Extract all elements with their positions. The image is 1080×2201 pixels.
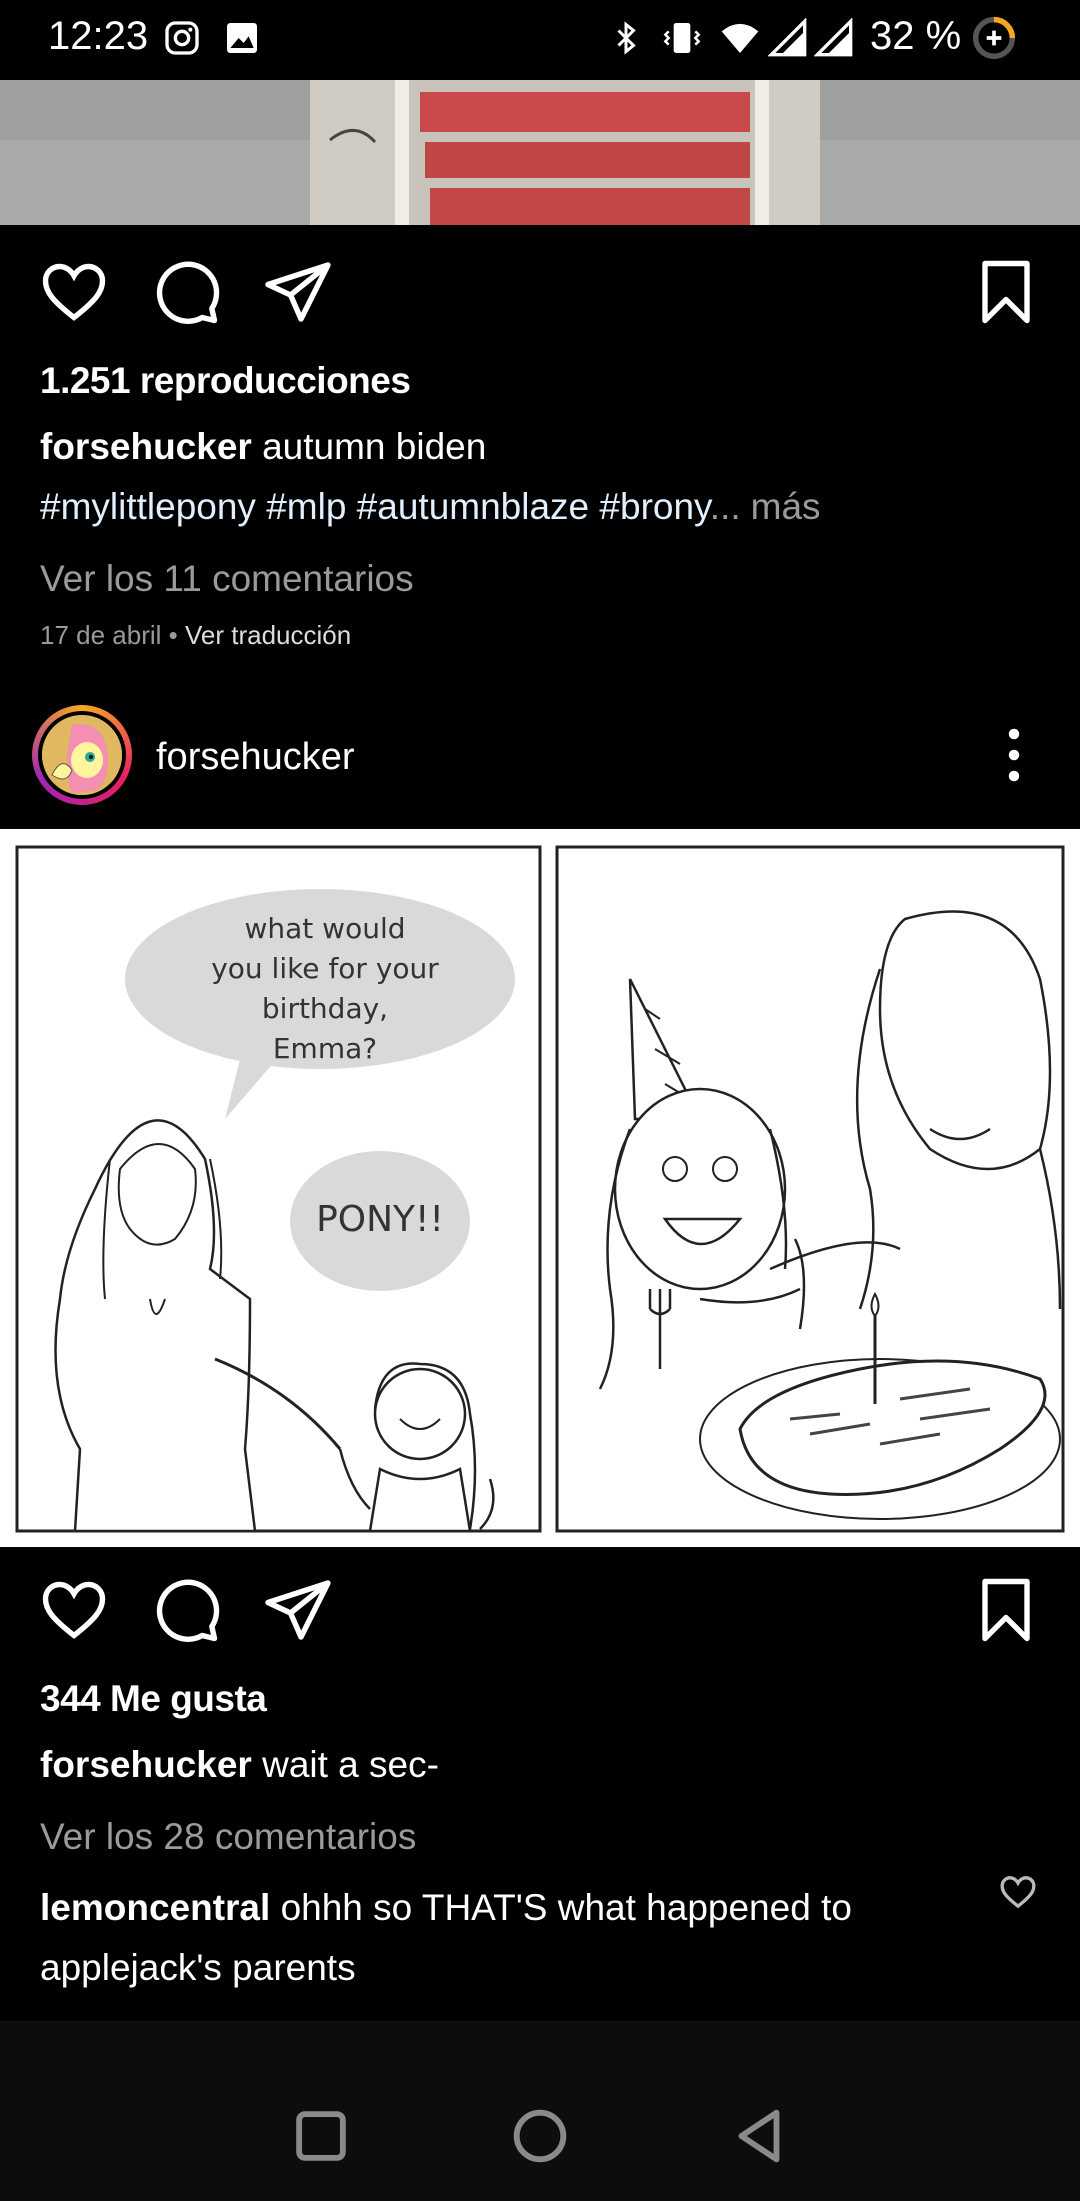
likes-count[interactable]: 344 Me gusta bbox=[40, 1678, 267, 1720]
send-icon bbox=[265, 262, 331, 322]
home-button[interactable] bbox=[505, 2101, 575, 2171]
view-comments-link[interactable]: Ver los 11 comentarios bbox=[40, 558, 414, 600]
bookmark-icon bbox=[982, 1578, 1030, 1642]
share-button[interactable] bbox=[262, 256, 334, 328]
meta-separator: • bbox=[161, 620, 185, 650]
bookmark-icon bbox=[982, 260, 1030, 324]
speech-bubble-1-text: what would you like for your birthday, E… bbox=[180, 909, 470, 1069]
more-link[interactable]: más bbox=[751, 486, 821, 527]
next-comment-peek bbox=[40, 2006, 1000, 2021]
wifi-icon bbox=[721, 23, 759, 53]
send-icon bbox=[265, 1580, 331, 1640]
comment-button[interactable] bbox=[150, 256, 222, 328]
circle-icon bbox=[513, 2109, 567, 2163]
views-count[interactable]: 1.251 reproducciones bbox=[40, 360, 411, 402]
post1-action-bar bbox=[0, 230, 1080, 350]
back-button[interactable] bbox=[724, 2101, 794, 2171]
speech-bubble-2-text: PONY!! bbox=[316, 1199, 444, 1240]
hashtags-text[interactable]: #mylittlepony #mlp #autumnblaze #brony bbox=[40, 486, 710, 527]
view-comments-link[interactable]: Ver los 28 comentarios bbox=[40, 1816, 416, 1858]
pony-avatar-icon bbox=[42, 715, 122, 795]
signal-icon bbox=[814, 18, 853, 57]
recents-button[interactable] bbox=[286, 2101, 356, 2171]
bubble1-line: Emma? bbox=[272, 1032, 378, 1065]
comment-text: applejack's parents bbox=[40, 1947, 356, 1988]
caption-text: autumn biden bbox=[262, 426, 487, 467]
comment-text: ohhh so THAT'S what happened to bbox=[280, 1887, 852, 1928]
save-button[interactable] bbox=[970, 1574, 1042, 1646]
comment-item: lemoncentral ohhh so THAT'S what happene… bbox=[40, 1878, 1000, 1998]
status-bar: 12:23 32 % bbox=[0, 0, 1080, 80]
translate-link[interactable]: Ver traducción bbox=[185, 620, 351, 650]
bubble1-line: what would bbox=[244, 912, 406, 945]
gallery-icon bbox=[227, 23, 257, 53]
share-button[interactable] bbox=[262, 1574, 334, 1646]
signal-icon bbox=[768, 18, 807, 57]
bluetooth-icon bbox=[617, 21, 636, 55]
post2-action-bar bbox=[0, 1548, 1080, 1668]
post1-hashtags: #mylittlepony #mlp #autumnblaze #brony..… bbox=[40, 486, 821, 528]
post2-username[interactable]: forsehucker bbox=[156, 736, 355, 779]
comment-icon bbox=[156, 261, 220, 324]
clock: 12:23 bbox=[48, 14, 149, 58]
more-options-button[interactable] bbox=[994, 720, 1034, 790]
comment-button[interactable] bbox=[150, 1574, 222, 1646]
comment-like-button[interactable] bbox=[998, 1872, 1038, 1912]
post-video[interactable] bbox=[0, 80, 1080, 225]
save-button[interactable] bbox=[970, 256, 1042, 328]
instagram-icon bbox=[165, 21, 199, 55]
caption-text: wait a sec- bbox=[262, 1744, 439, 1785]
ellipsis: ... bbox=[709, 486, 741, 527]
heart-icon bbox=[42, 263, 106, 321]
bubble1-line: birthday, bbox=[261, 992, 389, 1025]
avatar-ring-gap bbox=[38, 711, 126, 799]
caption-username[interactable]: forsehucker bbox=[40, 1744, 252, 1785]
battery-percent: 32 % bbox=[870, 14, 962, 58]
post1-meta: 17 de abril • Ver traducción bbox=[40, 620, 351, 651]
like-button[interactable] bbox=[38, 1574, 110, 1646]
comment-username[interactable]: lemoncentral bbox=[40, 1887, 270, 1928]
post-image[interactable]: what would you like for your birthday, E… bbox=[0, 829, 1080, 1547]
post2-caption: forsehucker wait a sec- bbox=[40, 1744, 439, 1786]
caption-username[interactable]: forsehucker bbox=[40, 426, 252, 467]
bubble1-line: you like for your bbox=[211, 952, 439, 985]
heart-icon bbox=[42, 1581, 106, 1639]
comment-icon bbox=[156, 1579, 220, 1642]
avatar-image bbox=[42, 715, 122, 795]
battery-saver-icon bbox=[972, 16, 1016, 60]
triangle-back-icon bbox=[738, 2109, 780, 2163]
comic-drawing bbox=[0, 829, 1080, 1547]
like-button[interactable] bbox=[38, 256, 110, 328]
more-vertical-icon bbox=[1008, 728, 1020, 782]
post1-caption: forsehucker autumn biden bbox=[40, 426, 486, 468]
avatar[interactable] bbox=[32, 705, 132, 805]
post-date: 17 de abril bbox=[40, 620, 162, 650]
square-icon bbox=[296, 2111, 346, 2161]
system-nav-bar bbox=[0, 2021, 1080, 2201]
video-frame bbox=[0, 80, 1080, 225]
heart-icon bbox=[1000, 1876, 1036, 1909]
vibrate-icon bbox=[663, 23, 701, 53]
